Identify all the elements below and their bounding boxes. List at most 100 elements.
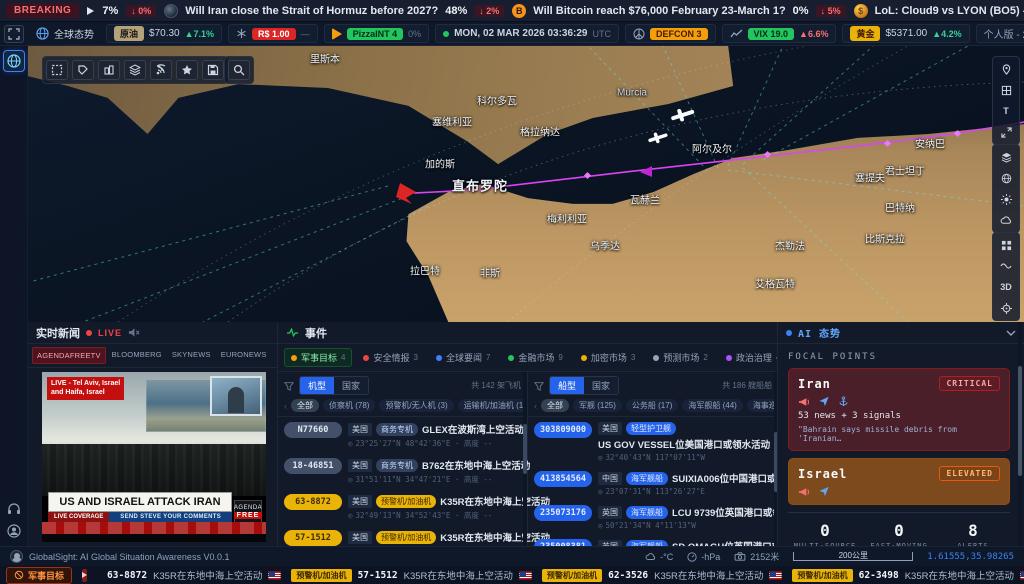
search-icon[interactable] [228, 60, 250, 80]
chip-warship[interactable]: 军舰 (125) [573, 399, 622, 412]
vessel-row[interactable]: 303809000 美国轻型护卫舰 US GOV VESSEL位美国港口或领水活… [528, 417, 778, 466]
gold-ticker[interactable]: 黄金 $5371.00 ▲4.2% [842, 24, 969, 43]
webcam-inset [210, 376, 262, 416]
save-button[interactable] [202, 60, 224, 80]
toggle-by-country[interactable]: 国家 [334, 377, 368, 394]
locate-target-button[interactable] [996, 299, 1016, 317]
bitcoin-icon: B [512, 4, 526, 18]
tab-politics[interactable]: 政治治理4 [719, 348, 777, 367]
ticker-item[interactable]: 63-8872 K35R在东地中海上空活动 [107, 568, 281, 582]
tag-button[interactable] [72, 60, 94, 80]
aircraft-scrollbar[interactable] [523, 372, 527, 546]
basemap-icon[interactable] [996, 148, 1016, 166]
chevron-down-icon[interactable] [1006, 330, 1016, 336]
peace-icon [633, 28, 645, 40]
chip-gov-vessel[interactable]: 公务船 (17) [626, 399, 678, 412]
clock-chip[interactable]: MON, 02 MAR 2026 03:36:29 UTC [435, 24, 619, 43]
tab-security-intel[interactable]: 安全情报3 [356, 348, 424, 367]
toggle-by-ship-type[interactable]: 船型 [550, 377, 584, 394]
status-dot [443, 31, 449, 37]
weather-icon[interactable] [996, 211, 1016, 229]
live-video-player[interactable]: LIVE - Tel Aviv, Israel and Haifa, Israe… [42, 372, 266, 542]
chip-navy-ship[interactable]: 海军舰船 (44) [682, 399, 742, 412]
pin-icon: ◎ [348, 439, 353, 448]
tab-agendafreetv[interactable]: AGENDAFREETV [32, 347, 106, 364]
headset-icon[interactable] [7, 502, 21, 516]
aircraft-row[interactable]: 63-8872 美国预警机/加油机K35R在东地中海上空活动 ◎32°49'13… [278, 489, 527, 525]
ticker-item[interactable]: 预警机/加油机 62-3498 K35R在东地中海上空活动 [792, 568, 1024, 582]
ticker-item[interactable]: 预警机/加油机 57-1512 K35R在东地中海上空活动 [291, 568, 532, 582]
live-news-panel: 实时新闻 LIVE AGENDAFREETV BLOOMBERG SKYNEWS… [28, 322, 278, 546]
chip-awacs-uav[interactable]: 预警机/无人机 (3) [379, 399, 453, 412]
ai-scrollbar[interactable] [1018, 322, 1022, 546]
star-button[interactable] [176, 60, 198, 80]
vix-ticker[interactable]: VIX 19.0 ▲6.6% [722, 24, 837, 43]
aircraft-row[interactable]: 57-1512 美国预警机/加油机K35R在东地中海上空活动 ◎33°23'04… [278, 525, 527, 546]
market-item-hormuz[interactable]: Will Iran close the Strait of Hormuz bef… [164, 4, 504, 18]
vessel-row[interactable]: 235073176 英国海军舰船LCU 9739位英国港口或领水活动 ◎50°2… [528, 500, 778, 534]
grid-apps-icon[interactable] [996, 236, 1016, 254]
market-item-lol[interactable]: $ LoL: Cloud9 vs LYON (BO5) - LCS Lock I… [854, 4, 1024, 18]
tab-bloomberg[interactable]: BLOOMBERG [108, 347, 166, 364]
lead-percent: 7% [102, 5, 118, 17]
chip-recon[interactable]: 侦察机 (78) [323, 399, 375, 412]
plane-icon [818, 486, 830, 497]
tab-military-targets[interactable]: 军事目标4 [284, 348, 352, 367]
filter-icon[interactable] [534, 381, 544, 391]
measure-button[interactable] [996, 81, 1016, 99]
frame-capture-button[interactable] [4, 25, 24, 43]
map-label-city: 拉巴特 [410, 263, 440, 278]
view-selector[interactable]: 全球态势 [30, 26, 100, 41]
app-title: GlobalSight: AI Global Situation Awarene… [29, 552, 229, 562]
ticker-category-badge[interactable]: 军事目标 [6, 567, 72, 584]
chip-all[interactable]: 全部 [541, 399, 569, 412]
play-icon[interactable] [87, 7, 94, 15]
vessel-row[interactable]: 235008381 英国海军舰船SD OMAGH位英国港口或领水活动 ◎51°5… [528, 534, 778, 546]
chip-all[interactable]: 全部 [291, 399, 319, 412]
aircraft-row[interactable]: 18-46851 美国商务专机B762在东地中海上空活动 ◎31°51'11"N… [278, 453, 527, 489]
layers-button[interactable] [124, 60, 146, 80]
sun-icon[interactable] [996, 190, 1016, 208]
tab-global-news[interactable]: 全球要闻7 [429, 348, 497, 367]
toggle-by-country[interactable]: 国家 [584, 377, 618, 394]
world-map[interactable]: 里斯本 科尔多瓦 Murcia 塞维利亚 格拉纳达 加的斯 直布罗陀 瓦赫兰 阿… [28, 46, 1024, 322]
vessel-row[interactable]: 413854564 中国海军舰船SUIXIA006位中国港口或领水活动 ◎23°… [528, 466, 778, 500]
avatar[interactable] [10, 550, 23, 563]
defcon-indicator[interactable]: DEFCON 3 [625, 24, 716, 43]
tab-crypto-markets[interactable]: 加密市场3 [574, 348, 642, 367]
tab-prediction-markets[interactable]: 预测市场2 [646, 348, 714, 367]
pin-button[interactable] [996, 60, 1016, 78]
filter-icon[interactable] [284, 381, 294, 391]
3d-mode-button[interactable]: 3D [996, 278, 1016, 296]
chip-transport-tanker[interactable]: 运输机/加油机 (11) [458, 399, 527, 412]
focal-card-iran[interactable]: Iran CRITICAL 53 news + 3 signals "Bahra… [788, 368, 1010, 451]
select-area-button[interactable] [46, 60, 68, 80]
video-ticker-strip [42, 522, 266, 534]
ai-counters: 0MULTI-SOURCE 0FAST-MOVING 8ALERTS [788, 512, 1010, 546]
text-tool-button[interactable]: T [996, 102, 1016, 120]
mute-icon[interactable] [128, 327, 140, 338]
aircraft-row[interactable]: N77660 美国商务专机GLEX在波斯湾上空活动 ◎23°25'27"N 48… [278, 417, 527, 453]
market-item-bitcoin[interactable]: B Will Bitcoin reach $76,000 February 23… [512, 4, 845, 18]
tab-skynews[interactable]: SKYNEWS [168, 347, 215, 364]
wave-icon[interactable] [996, 257, 1016, 275]
ticker-item[interactable]: 预警机/加油机 62-3526 K35R在东地中海上空活动 [542, 568, 783, 582]
tab-euronews[interactable]: EURONEWS [217, 347, 271, 364]
vessel-total: 共 186 艘船舶 [722, 380, 772, 391]
expand-button[interactable] [996, 123, 1016, 141]
tab-financial-markets[interactable]: 金融市场9 [501, 348, 569, 367]
focal-card-israel[interactable]: Israel ELEVATED [788, 458, 1010, 505]
city-layer-button[interactable] [98, 60, 120, 80]
pizzaint-ticker[interactable]: PizzaINT 4 0% [324, 24, 430, 43]
chevron-left-icon[interactable]: ‹ [534, 401, 537, 411]
toggle-by-type[interactable]: 机型 [300, 377, 334, 394]
globe-mode-icon[interactable] [996, 169, 1016, 187]
plan-chip[interactable]: 个人版 - 26天 [976, 24, 1024, 43]
currency-ticker[interactable]: R$ 1.00 — [228, 24, 318, 43]
ticker-play-button[interactable] [82, 569, 87, 582]
rss-button[interactable] [150, 60, 172, 80]
chevron-left-icon[interactable]: ‹ [284, 401, 287, 411]
oil-ticker[interactable]: 原油 $70.30 ▲7.1% [106, 24, 222, 43]
sidebar-item-global-view[interactable] [3, 50, 25, 72]
user-icon[interactable] [7, 524, 21, 538]
